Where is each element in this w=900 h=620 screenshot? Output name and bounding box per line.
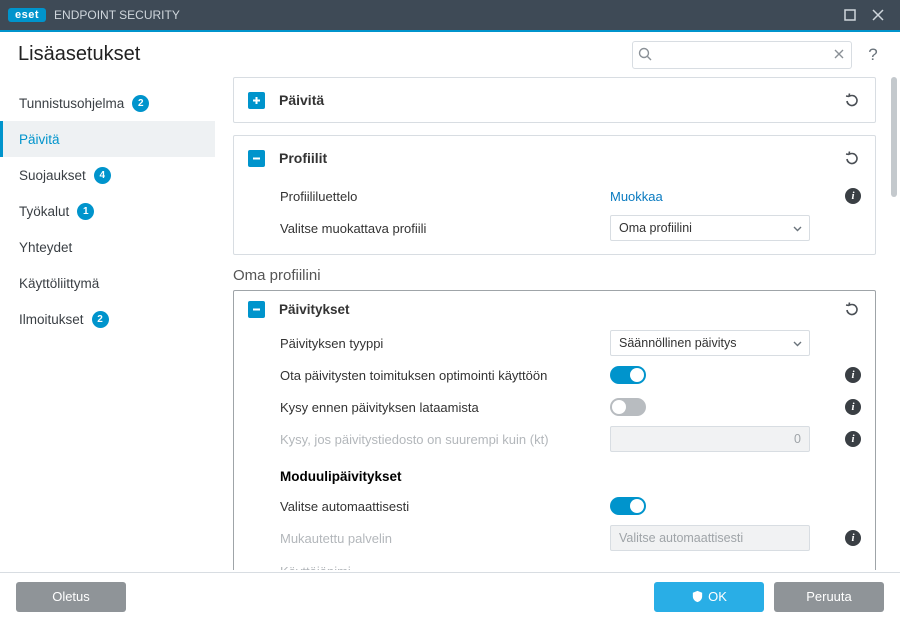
window-close-button[interactable]	[864, 0, 892, 30]
section-title: Päivitä	[279, 92, 841, 108]
custom-server-select: Valitse automaattisesti	[610, 525, 810, 551]
sidebar-badge: 1	[77, 203, 94, 220]
chevron-down-icon	[792, 338, 803, 349]
username-row: Käyttäjänimi	[234, 554, 875, 570]
auto-select-row: Valitse automaattisesti	[234, 490, 875, 522]
default-button[interactable]: Oletus	[16, 582, 126, 612]
sidebar-item-label: Tunnistusohjelma	[19, 96, 124, 111]
select-value: Oma profiilini	[619, 221, 692, 235]
info-icon[interactable]: i	[845, 431, 861, 447]
row-label: Valitse automaattisesti	[280, 499, 610, 514]
undo-icon[interactable]	[841, 148, 861, 168]
section-title: Profiilit	[279, 150, 841, 166]
row-label: Ota päivitysten toimituksen optimointi k…	[280, 368, 610, 383]
collapse-icon	[248, 301, 265, 318]
brand-badge: eset	[8, 8, 46, 22]
section-update: Päivitä	[233, 77, 876, 123]
sidebar-item-label: Päivitä	[19, 132, 60, 147]
collapse-icon	[248, 150, 265, 167]
ask-kt-input: 0	[610, 426, 810, 452]
row-label: Päivityksen tyyppi	[280, 336, 610, 351]
delivery-opt-toggle[interactable]	[610, 366, 646, 384]
cancel-button[interactable]: Peruuta	[774, 582, 884, 612]
search-icon	[638, 47, 653, 62]
search-input[interactable]	[632, 41, 852, 69]
undo-icon[interactable]	[841, 299, 861, 319]
help-button[interactable]: ?	[864, 45, 882, 65]
module-updates-heading: Moduulipäivitykset	[234, 455, 875, 490]
auto-select-toggle[interactable]	[610, 497, 646, 515]
sidebar-item-update[interactable]: Päivitä	[0, 121, 215, 157]
custom-server-row: Mukautettu palvelin Valitse automaattise…	[234, 522, 875, 554]
select-value: Valitse automaattisesti	[619, 531, 743, 545]
expand-icon	[248, 92, 265, 109]
section-title: Päivitykset	[279, 302, 841, 317]
sidebar: Tunnistusohjelma 2 Päivitä Suojaukset 4 …	[0, 77, 215, 570]
scrollbar[interactable]	[888, 77, 900, 570]
row-label: Valitse muokattava profiili	[280, 221, 610, 236]
section-profiles: Profiilit Profiililuettelo Muokkaa i Val…	[233, 135, 876, 255]
header: Lisäasetukset ?	[0, 32, 900, 77]
search-clear-icon[interactable]	[832, 47, 846, 61]
update-type-select[interactable]: Säännöllinen päivitys	[610, 330, 810, 356]
row-label: Kysy ennen päivityksen lataamista	[280, 400, 610, 415]
sidebar-item-label: Yhteydet	[19, 240, 72, 255]
info-icon[interactable]: i	[845, 399, 861, 415]
undo-icon[interactable]	[841, 90, 861, 110]
chevron-down-icon	[792, 223, 803, 234]
row-label: Mukautettu palvelin	[280, 531, 610, 546]
content-panels: Päivitä Profiilit	[215, 77, 888, 570]
sidebar-item-label: Ilmoitukset	[19, 312, 84, 327]
sidebar-badge: 4	[94, 167, 111, 184]
edit-link[interactable]: Muokkaa	[610, 189, 663, 204]
profile-select[interactable]: Oma profiilini	[610, 215, 810, 241]
section-profiles-header[interactable]: Profiilit	[234, 136, 875, 180]
row-label: Kysy, jos päivitystiedosto on suurempi k…	[280, 432, 610, 447]
select-value: Säännöllinen päivitys	[619, 336, 736, 350]
sidebar-badge: 2	[132, 95, 149, 112]
section-updates-header[interactable]: Päivitykset	[234, 291, 875, 327]
info-icon[interactable]: i	[845, 530, 861, 546]
page-title: Lisäasetukset	[18, 43, 632, 66]
ask-kt-row: Kysy, jos päivitystiedosto on suurempi k…	[234, 423, 875, 455]
delivery-opt-row: Ota päivitysten toimituksen optimointi k…	[234, 359, 875, 391]
ok-button[interactable]: OK	[654, 582, 764, 612]
update-type-row: Päivityksen tyyppi Säännöllinen päivitys	[234, 327, 875, 359]
own-profile-heading: Oma profiilini	[233, 267, 876, 284]
sidebar-item-detection[interactable]: Tunnistusohjelma 2	[0, 85, 215, 121]
sidebar-badge: 2	[92, 311, 109, 328]
ask-before-toggle[interactable]	[610, 398, 646, 416]
scrollbar-thumb[interactable]	[891, 77, 897, 197]
numeric-value: 0	[794, 432, 801, 446]
search-field[interactable]	[632, 41, 852, 69]
window-maximize-button[interactable]	[836, 0, 864, 30]
sidebar-item-protections[interactable]: Suojaukset 4	[0, 157, 215, 193]
sidebar-item-label: Suojaukset	[19, 168, 86, 183]
shield-icon	[691, 590, 704, 603]
info-icon[interactable]: i	[845, 188, 861, 204]
footer: Oletus OK Peruuta	[0, 572, 900, 620]
sidebar-item-label: Käyttöliittymä	[19, 276, 99, 291]
sidebar-item-connections[interactable]: Yhteydet	[0, 229, 215, 265]
profile-list-row: Profiililuettelo Muokkaa i	[234, 180, 875, 212]
ask-before-row: Kysy ennen päivityksen lataamista i	[234, 391, 875, 423]
sidebar-item-label: Työkalut	[19, 204, 69, 219]
sidebar-item-ui[interactable]: Käyttöliittymä	[0, 265, 215, 301]
titlebar: eset ENDPOINT SECURITY	[0, 0, 900, 30]
sidebar-item-notifications[interactable]: Ilmoitukset 2	[0, 301, 215, 337]
section-update-header[interactable]: Päivitä	[234, 78, 875, 122]
row-label: Käyttäjänimi	[280, 564, 610, 571]
product-name: ENDPOINT SECURITY	[54, 8, 180, 22]
sidebar-item-tools[interactable]: Työkalut 1	[0, 193, 215, 229]
profile-select-row: Valitse muokattava profiili Oma profiili…	[234, 212, 875, 244]
info-icon[interactable]: i	[845, 367, 861, 383]
section-updates: Päivitykset Päivityksen tyyppi Säännölli…	[233, 290, 876, 570]
row-label: Profiililuettelo	[280, 189, 610, 204]
